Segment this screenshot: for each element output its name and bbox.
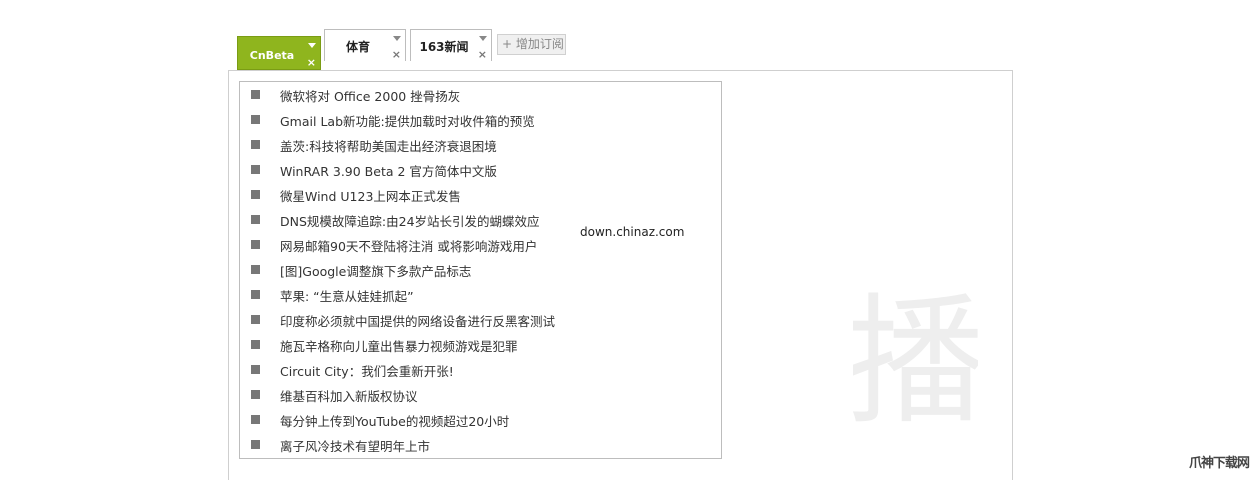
chevron-down-icon[interactable] xyxy=(479,36,487,41)
news-item[interactable]: 苹果: “生意从娃娃抓起” xyxy=(240,282,720,307)
bullet-icon xyxy=(251,215,260,224)
watermark-glyph: 播 xyxy=(853,281,978,444)
news-item-title[interactable]: 苹果: “生意从娃娃抓起” xyxy=(280,286,414,305)
news-item[interactable]: 离子风冷技术有望明年上市 xyxy=(240,432,720,457)
news-item-title[interactable]: [图]Google调整旗下多款产品标志 xyxy=(280,261,471,280)
news-item[interactable]: Circuit City：我们会重新开张! xyxy=(240,357,720,382)
add-subscription-button[interactable]: + 增加订阅 xyxy=(497,34,566,55)
news-item-title[interactable]: 离子风冷技术有望明年上市 xyxy=(280,436,430,455)
chevron-down-icon[interactable] xyxy=(308,43,316,48)
news-item[interactable]: 维基百科加入新版权协议 xyxy=(240,382,720,407)
news-item[interactable]: 印度称必须就中国提供的网络设备进行反黑客测试 xyxy=(240,307,720,332)
bullet-icon xyxy=(251,290,260,299)
news-item-title[interactable]: WinRAR 3.90 Beta 2 官方简体中文版 xyxy=(280,161,497,180)
news-item[interactable]: 微星Wind U123上网本正式发售 xyxy=(240,182,720,207)
close-icon[interactable]: × xyxy=(307,57,316,68)
news-item-title[interactable]: Circuit City：我们会重新开张! xyxy=(280,361,454,380)
news-item-title[interactable]: 网易邮箱90天不登陆将注消 或将影响游戏用户 xyxy=(280,236,537,255)
news-item-title[interactable]: 每分钟上传到YouTube的视频超过20小时 xyxy=(280,411,509,430)
bullet-icon xyxy=(251,165,260,174)
tab-label: CnBeta xyxy=(249,49,295,62)
close-icon[interactable]: × xyxy=(392,49,401,60)
news-item[interactable]: 每分钟上传到YouTube的视频超过20小时 xyxy=(240,407,720,432)
bullet-icon xyxy=(251,240,260,249)
news-item[interactable]: WinRAR 3.90 Beta 2 官方简体中文版 xyxy=(240,157,720,182)
site-label: down.chinaz.com xyxy=(580,225,685,239)
tab-label: 体育 xyxy=(345,40,370,54)
bullet-icon xyxy=(251,190,260,199)
tab-label: 163新闻 xyxy=(419,40,469,54)
news-item-title[interactable]: 维基百科加入新版权协议 xyxy=(280,386,418,405)
news-item-title[interactable]: 盖茨:科技将帮助美国走出经济衰退困境 xyxy=(280,136,497,155)
corner-logo: 爪神下载网 xyxy=(1189,456,1250,471)
news-item-title[interactable]: DNS规模故障追踪:由24岁站长引发的蝴蝶效应 xyxy=(280,211,540,230)
news-item[interactable]: 施瓦辛格称向儿童出售暴力视频游戏是犯罪 xyxy=(240,332,720,357)
bullet-icon xyxy=(251,90,260,99)
bullet-icon xyxy=(251,315,260,324)
tab-sports[interactable]: 体育 × xyxy=(324,29,406,61)
news-list: 微软将对 Office 2000 挫骨扬灰 Gmail Lab新功能:提供加载时对… xyxy=(239,81,722,459)
news-item[interactable]: [图]Google调整旗下多款产品标志 xyxy=(240,257,720,282)
watermark-text: 播 xyxy=(853,281,978,444)
news-item-title[interactable]: 微星Wind U123上网本正式发售 xyxy=(280,186,461,205)
bullet-icon xyxy=(251,265,260,274)
news-item[interactable]: 盖茨:科技将帮助美国走出经济衰退困境 xyxy=(240,132,720,157)
bullet-icon xyxy=(251,415,260,424)
bullet-icon xyxy=(251,365,260,374)
news-item-title[interactable]: 施瓦辛格称向儿童出售暴力视频游戏是犯罪 xyxy=(280,336,518,355)
news-item[interactable]: Gmail Lab新功能:提供加载时对收件箱的预览 xyxy=(240,107,720,132)
tab-163-news[interactable]: 163新闻 × xyxy=(410,29,492,61)
news-item-title[interactable]: 印度称必须就中国提供的网络设备进行反黑客测试 xyxy=(280,311,555,330)
tab-bar: CnBeta × 体育 × 163新闻 × + 增加订阅 xyxy=(0,0,1260,70)
bullet-icon xyxy=(251,390,260,399)
bullet-icon xyxy=(251,340,260,349)
bullet-icon xyxy=(251,440,260,449)
bullet-icon xyxy=(251,115,260,124)
tab-cnbeta[interactable]: CnBeta × xyxy=(237,36,321,70)
news-item-title[interactable]: Gmail Lab新功能:提供加载时对收件箱的预览 xyxy=(280,111,535,130)
chevron-down-icon[interactable] xyxy=(393,36,401,41)
news-item-title[interactable]: 微软将对 Office 2000 挫骨扬灰 xyxy=(280,86,460,105)
close-icon[interactable]: × xyxy=(478,49,487,60)
bullet-icon xyxy=(251,140,260,149)
news-item[interactable]: 微软将对 Office 2000 挫骨扬灰 xyxy=(240,82,720,107)
